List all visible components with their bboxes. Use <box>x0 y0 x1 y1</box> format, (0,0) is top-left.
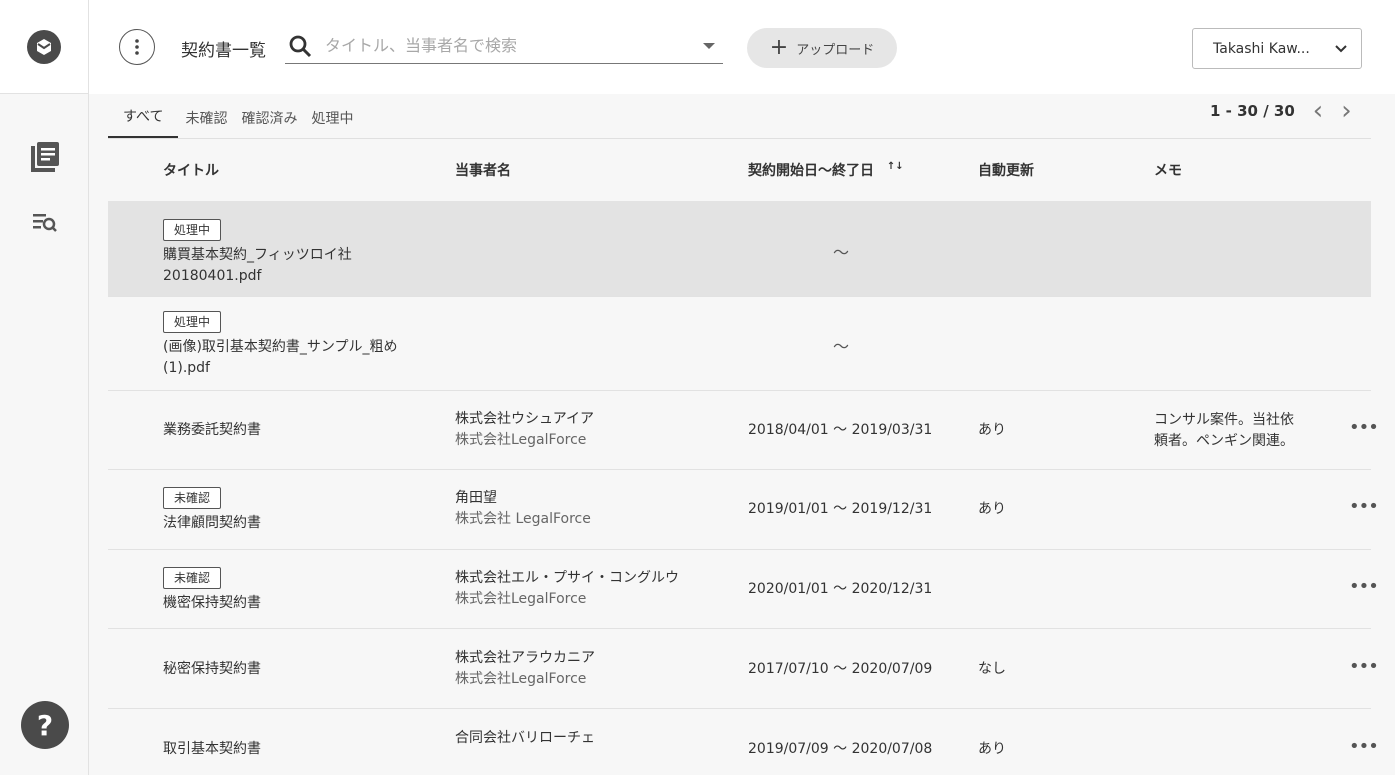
file-name: 購買基本契約_フィッツロイ社 <box>163 247 352 263</box>
pagination-range: 1 - 30 / 30 <box>1210 102 1295 120</box>
prev-page-icon[interactable]: ‹ <box>1313 98 1323 124</box>
table-row[interactable]: 処理中 購買基本契約_フィッツロイ社 20180401.pdf 〜 <box>108 201 1371 297</box>
user-name: Takashi Kaw... <box>1213 40 1310 57</box>
user-menu-button[interactable]: Takashi Kaw... <box>1192 28 1362 69</box>
contract-list-icon[interactable] <box>0 140 89 174</box>
more-menu-button[interactable] <box>119 29 155 65</box>
date-cell: 2017/07/10 〜 2020/07/09 <box>748 661 933 677</box>
table-row[interactable]: 未確認 機密保持契約書 株式会社エル・プサイ・コングルウ 株式会社LegalFo… <box>108 550 1379 629</box>
table-header: タイトル 当事者名 契約開始日〜終了日 ↑↓ 自動更新 メモ <box>108 139 1371 201</box>
header: 契約書一覧 + アップロード Takashi Kaw... <box>89 0 1395 94</box>
auto-renew-cell: なし <box>978 661 1006 677</box>
upload-button[interactable]: + アップロード <box>747 28 897 68</box>
party-secondary: 株式会社LegalForce <box>455 671 587 687</box>
file-name-ext: (1).pdf <box>163 360 210 376</box>
title-cell: 未確認 法律顧問契約書 <box>163 487 261 534</box>
app-logo-icon[interactable] <box>27 29 61 64</box>
contract-title: 法律顧問契約書 <box>163 515 261 531</box>
party-secondary: 株式会社LegalForce <box>455 591 587 607</box>
next-page-icon[interactable]: › <box>1341 98 1351 124</box>
plus-icon: + <box>769 35 789 60</box>
party-primary: 合同会社バリローチェ <box>455 730 595 746</box>
party-primary: 株式会社アラウカニア <box>455 650 595 666</box>
help-button[interactable]: ? <box>21 701 69 749</box>
row-more-icon[interactable]: ••• <box>1349 417 1379 438</box>
title-cell: 秘密保持契約書 <box>163 661 261 677</box>
search-icon[interactable] <box>285 34 315 58</box>
header-auto-renew[interactable]: 自動更新 <box>978 160 1034 180</box>
memo-cell: コンサル案件。当社依 頼者。ペンギン関連。 <box>1154 410 1294 452</box>
header-memo[interactable]: メモ <box>1154 160 1182 180</box>
row-more-icon[interactable]: ••• <box>1349 496 1379 517</box>
tab-confirmed[interactable]: 確認済み <box>234 108 304 138</box>
tab-all[interactable]: すべて <box>108 106 179 138</box>
party-primary: 角田望 <box>455 490 497 506</box>
upload-label: アップロード <box>796 42 875 58</box>
contract-title: 機密保持契約書 <box>163 595 261 611</box>
page-title: 契約書一覧 <box>181 41 266 61</box>
party-secondary: 株式会社LegalForce <box>455 432 587 448</box>
status-badge: 未確認 <box>163 567 222 589</box>
auto-renew-cell: あり <box>978 741 1006 757</box>
file-name: (画像)取引基本契約書_サンプル_粗め <box>163 339 398 355</box>
table-row[interactable]: 取引基本契約書 合同会社バリローチェ 2019/07/09 〜 2020/07/… <box>108 709 1379 775</box>
chevron-down-icon <box>1335 44 1347 52</box>
status-badge: 処理中 <box>163 219 222 241</box>
logo-area <box>0 0 88 94</box>
file-name-ext: 20180401.pdf <box>163 268 262 284</box>
date-cell: 2019/01/01 〜 2019/12/31 <box>748 501 933 517</box>
header-party[interactable]: 当事者名 <box>455 160 511 180</box>
title-cell: 未確認 機密保持契約書 <box>163 567 261 614</box>
auto-renew-cell: あり <box>978 501 1006 517</box>
memo-line2: 頼者。ペンギン関連。 <box>1154 433 1294 449</box>
date-cell: 2020/01/01 〜 2020/12/31 <box>748 581 933 597</box>
party-cell: 株式会社アラウカニア 株式会社LegalForce <box>455 648 595 690</box>
search-list-icon[interactable] <box>0 212 89 234</box>
table-row[interactable]: 未確認 法律顧問契約書 角田望 株式会社 LegalForce 2019/01/… <box>108 470 1379 550</box>
search-box <box>285 28 723 64</box>
row-more-icon[interactable]: ••• <box>1349 656 1379 677</box>
title-cell: 業務委託契約書 <box>163 422 261 438</box>
table-row[interactable]: 処理中 (画像)取引基本契約書_サンプル_粗め (1).pdf 〜 <box>108 297 1371 391</box>
party-cell: 合同会社バリローチェ <box>455 728 595 749</box>
header-title[interactable]: タイトル <box>163 160 219 180</box>
table-row[interactable]: 業務委託契約書 株式会社ウシュアイア 株式会社LegalForce 2018/0… <box>108 391 1379 470</box>
row-more-icon[interactable]: ••• <box>1349 576 1379 597</box>
title-cell: 処理中 (画像)取引基本契約書_サンプル_粗め (1).pdf <box>163 311 398 379</box>
memo-line1: コンサル案件。当社依 <box>1154 412 1294 428</box>
row-more-icon[interactable]: ••• <box>1349 736 1379 757</box>
table-row[interactable]: 秘密保持契約書 株式会社アラウカニア 株式会社LegalForce 2017/0… <box>108 629 1379 709</box>
date-cell: 2019/07/09 〜 2020/07/08 <box>748 741 933 757</box>
date-cell: 2018/04/01 〜 2019/03/31 <box>748 422 933 438</box>
search-input[interactable] <box>325 36 705 55</box>
party-primary: 株式会社ウシュアイア <box>455 411 595 427</box>
header-date[interactable]: 契約開始日〜終了日 ↑↓ <box>748 160 904 180</box>
party-cell: 株式会社エル・プサイ・コングルウ 株式会社LegalForce <box>455 568 679 610</box>
sort-icon[interactable]: ↑↓ <box>887 161 904 172</box>
tab-unconfirmed[interactable]: 未確認 <box>178 108 234 138</box>
contracts-table: タイトル 当事者名 契約開始日〜終了日 ↑↓ 自動更新 メモ 処理中 購買基本契… <box>108 139 1379 775</box>
party-cell: 株式会社ウシュアイア 株式会社LegalForce <box>455 409 594 451</box>
party-primary: 株式会社エル・プサイ・コングルウ <box>455 570 679 586</box>
tab-processing[interactable]: 処理中 <box>304 108 360 138</box>
vertical-dots-icon <box>135 39 139 55</box>
auto-renew-cell: あり <box>978 422 1006 438</box>
header-date-label: 契約開始日〜終了日 <box>748 163 874 179</box>
help-icon: ? <box>36 708 54 742</box>
filter-tabs: すべて 未確認 確認済み 処理中 <box>108 98 360 138</box>
pagination: 1 - 30 / 30 ‹ › <box>1210 98 1352 124</box>
date-cell: 〜 <box>833 337 850 356</box>
search-dropdown-icon[interactable] <box>703 43 715 49</box>
status-badge: 処理中 <box>163 311 222 333</box>
party-cell: 角田望 株式会社 LegalForce <box>455 488 591 530</box>
date-cell: 〜 <box>833 243 850 262</box>
party-secondary: 株式会社 LegalForce <box>455 511 591 527</box>
sidebar: ? <box>0 0 89 775</box>
title-cell: 処理中 購買基本契約_フィッツロイ社 20180401.pdf <box>163 219 352 287</box>
status-badge: 未確認 <box>163 487 222 509</box>
title-cell: 取引基本契約書 <box>163 741 261 757</box>
